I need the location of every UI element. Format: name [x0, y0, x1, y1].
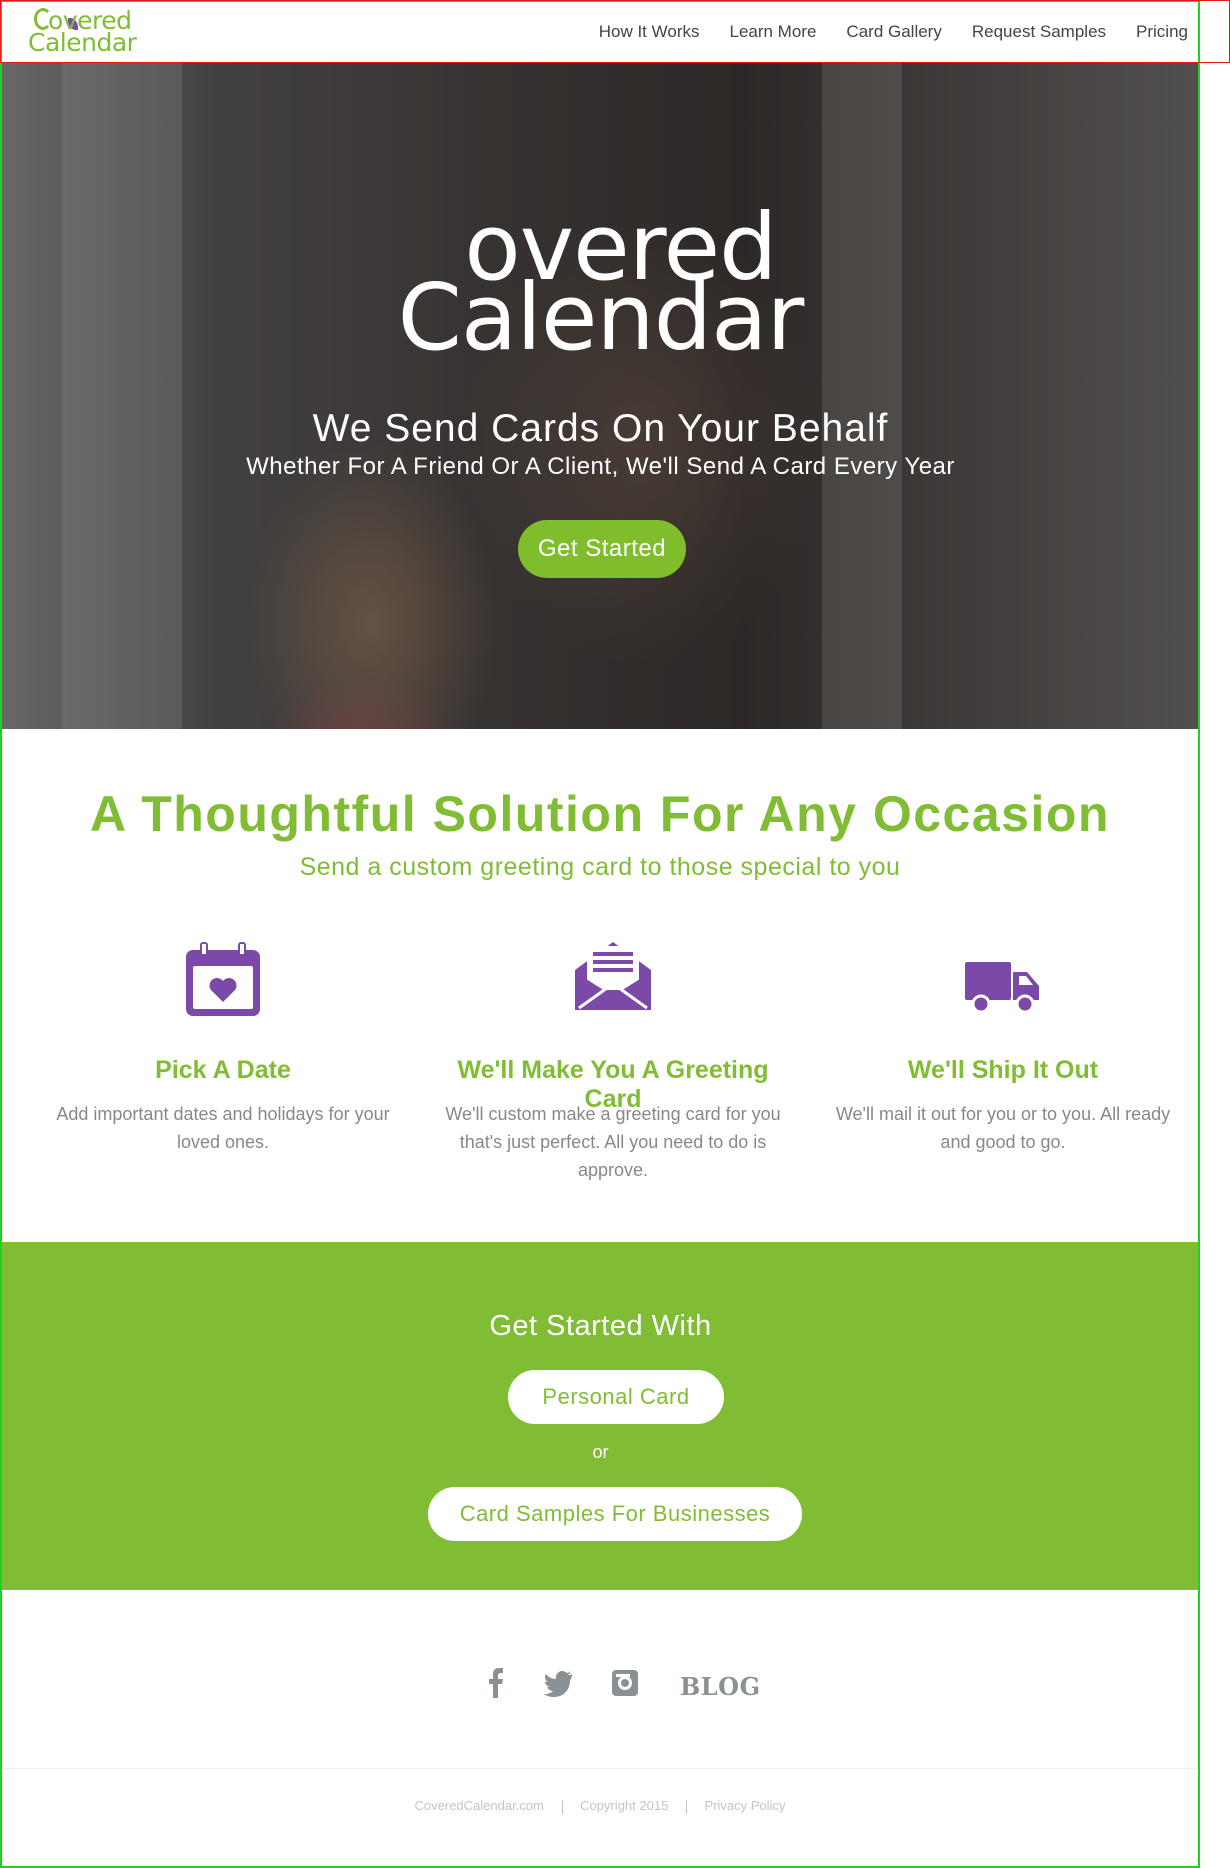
- twitter-icon[interactable]: [544, 1662, 574, 1706]
- feature-title: We'll Ship It Out: [907, 1056, 1099, 1084]
- blog-link[interactable]: BLOG: [680, 1672, 761, 1701]
- feature-text: Add important dates and holidays for you…: [56, 1104, 390, 1152]
- instagram-icon[interactable]: [610, 1662, 640, 1706]
- truck-icon: [965, 962, 1039, 1014]
- get-started-button[interactable]: Get Started: [518, 520, 686, 578]
- feature-title: Pick A Date: [155, 1056, 291, 1084]
- nav-card-gallery[interactable]: Card Gallery: [846, 22, 941, 42]
- hero-overlay: [2, 63, 1199, 729]
- site-footer: CoveredCalendar.com Copyright 2015 Priva…: [0, 1798, 1200, 1814]
- nav-pricing[interactable]: Pricing: [1136, 22, 1188, 42]
- footer-privacy-link[interactable]: Privacy Policy: [705, 1798, 786, 1813]
- calendar-heart-icon: [186, 942, 260, 1016]
- personal-card-button[interactable]: Personal Card: [508, 1370, 724, 1424]
- footer-copyright: Copyright 2015: [580, 1798, 669, 1813]
- cta-or-text: or: [592, 1442, 609, 1462]
- footer-divider: [2, 1768, 1199, 1769]
- nav-request-samples[interactable]: Request Samples: [972, 22, 1106, 42]
- footer-separator: [561, 1799, 563, 1814]
- hero-logo-line2: Calendar: [397, 264, 805, 371]
- cta-title: Get Started With: [489, 1310, 712, 1342]
- envelope-letter-icon: [575, 942, 651, 1010]
- feature-text: We'll custom make a greeting card for yo…: [445, 1104, 781, 1180]
- solution-title: A Thoughtful Solution For Any Occasion: [90, 786, 1110, 842]
- solution-subtitle: Send a custom greeting card to those spe…: [299, 853, 901, 881]
- nav-how-it-works[interactable]: How It Works: [599, 22, 700, 42]
- nav-learn-more[interactable]: Learn More: [729, 22, 816, 42]
- site-logo[interactable]: overed Calendar: [28, 6, 168, 57]
- social-links: BLOG: [0, 1662, 1200, 1706]
- main-nav: How It Works Learn More Card Gallery Req…: [569, 0, 1188, 63]
- hero-section: overed Calendar We Send Cards On Your Be…: [2, 63, 1199, 729]
- logo-text-line2: Calendar: [28, 28, 137, 57]
- footer-separator: [685, 1799, 687, 1814]
- hero-logo: overed Calendar: [2, 202, 1199, 371]
- hero-title: We Send Cards On Your Behalf: [312, 407, 889, 450]
- site-header: overed Calendar How It Works Learn More …: [0, 0, 1200, 63]
- hero-subtitle: Whether For A Friend Or A Client, We'll …: [246, 453, 955, 480]
- get-started-section: Get Started With Personal Card or Card S…: [2, 1242, 1199, 1590]
- footer-site-link[interactable]: CoveredCalendar.com: [415, 1798, 544, 1813]
- business-samples-button[interactable]: Card Samples For Businesses: [428, 1487, 802, 1541]
- feature-text: We'll mail it out for you or to you. All…: [835, 1104, 1171, 1152]
- facebook-icon[interactable]: [486, 1662, 506, 1706]
